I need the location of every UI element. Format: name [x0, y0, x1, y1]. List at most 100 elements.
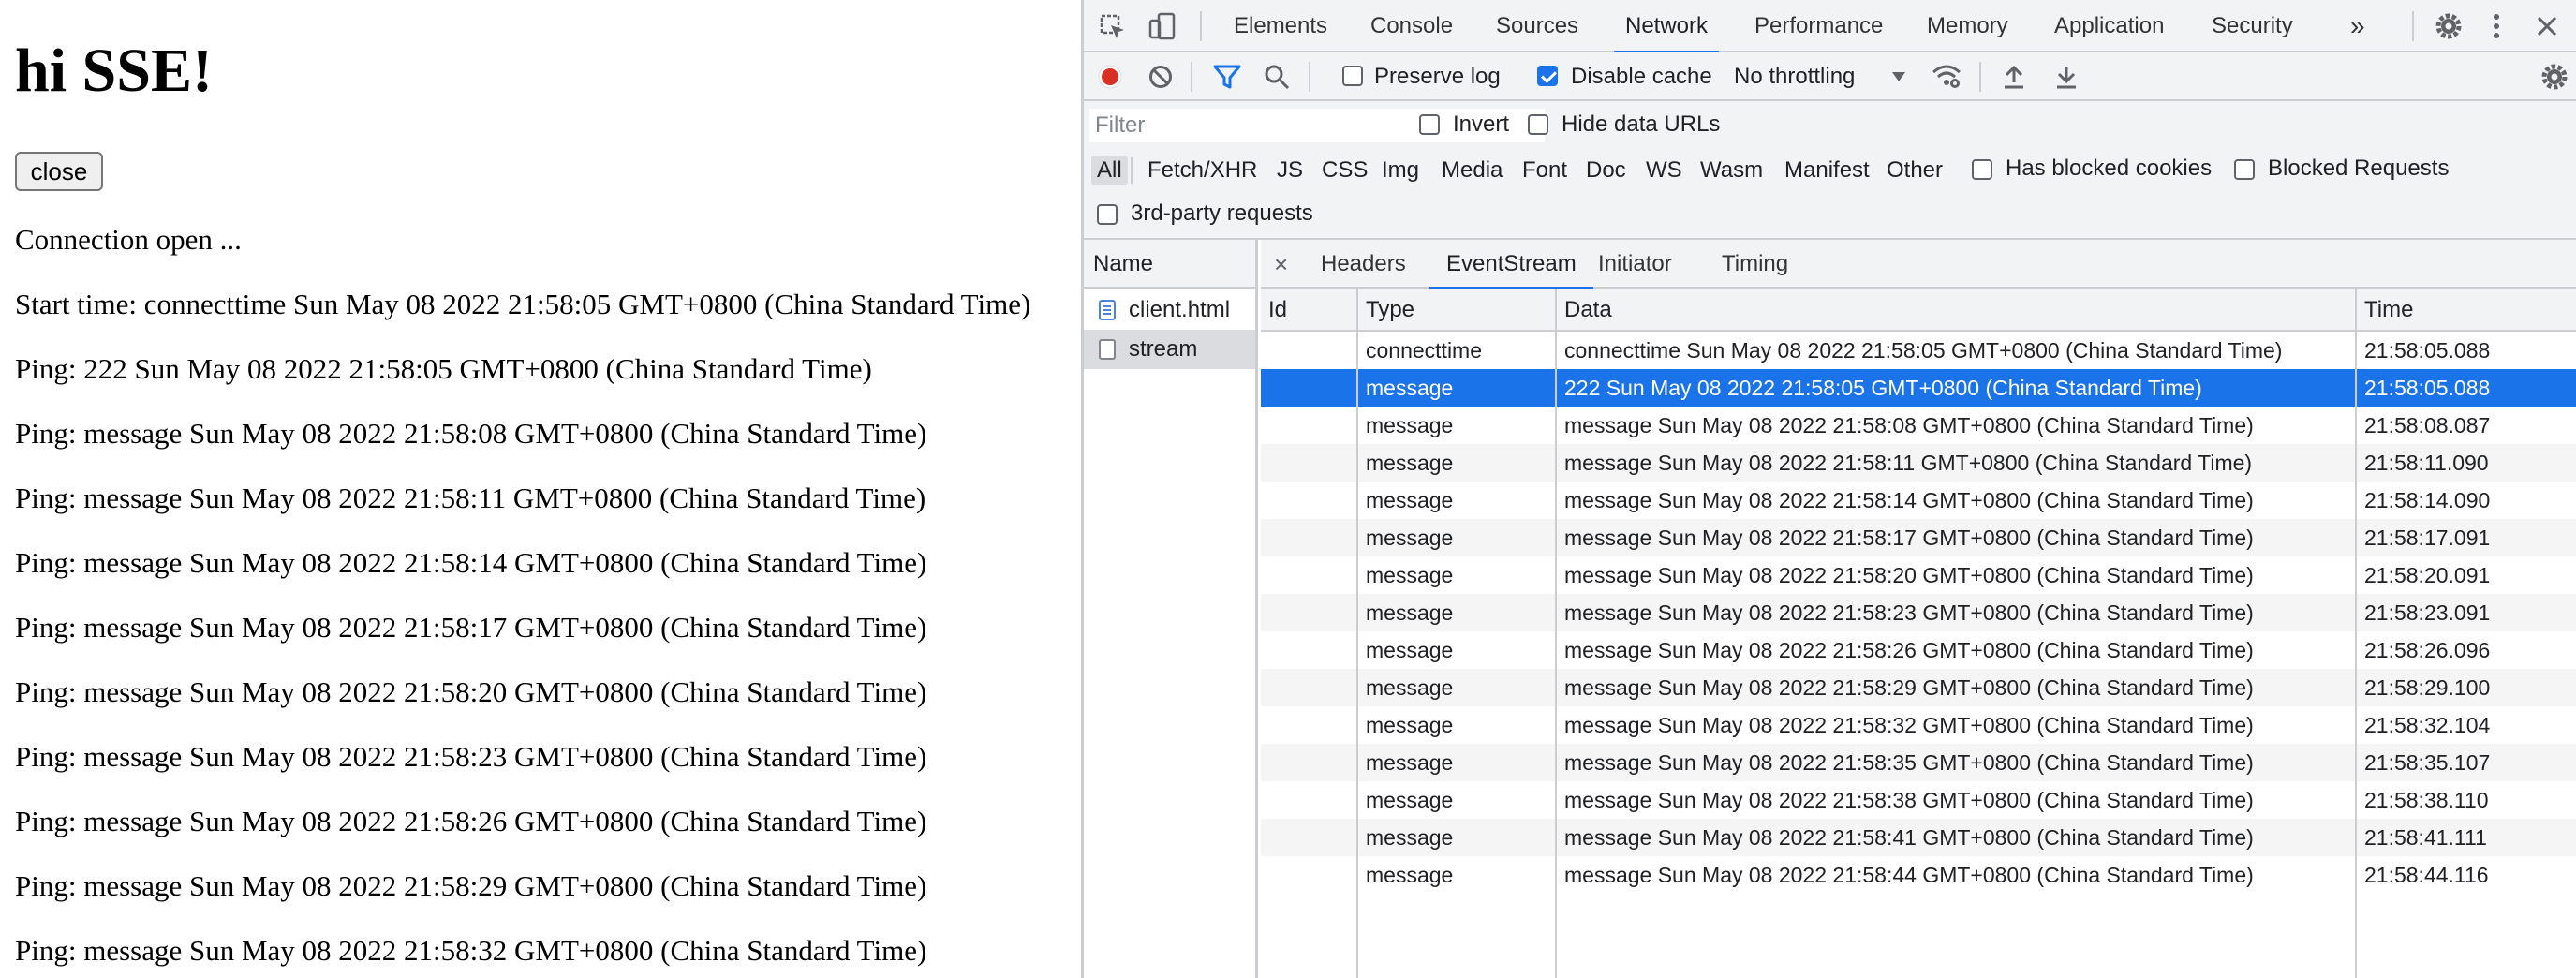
toolbar-separator — [1191, 62, 1192, 92]
disable-cache-checkbox[interactable] — [1537, 66, 1558, 86]
column-divider[interactable] — [1356, 289, 1358, 978]
table-row[interactable]: connecttime connecttime Sun May 08 2022 … — [1261, 332, 2576, 369]
type-filter-font[interactable]: Font — [1522, 156, 1567, 185]
ping-line: Ping: message Sun May 08 2022 21:58:08 G… — [15, 417, 927, 450]
network-conditions-icon[interactable] — [1931, 62, 1962, 90]
ping-line: Ping: message Sun May 08 2022 21:58:11 G… — [15, 482, 926, 514]
throttling-select[interactable]: No throttling — [1734, 64, 1855, 90]
inspect-element-icon[interactable] — [1099, 13, 1127, 41]
type-filter-js[interactable]: JS — [1277, 156, 1303, 185]
more-options-icon[interactable] — [2489, 11, 2504, 41]
close-detail-button[interactable]: × — [1274, 240, 1288, 289]
request-row-client-html[interactable]: client.html — [1084, 290, 1255, 330]
table-row[interactable]: message message Sun May 08 2022 21:58:38… — [1261, 781, 2576, 819]
toolbar-separator — [2412, 11, 2414, 41]
request-row-stream[interactable]: stream — [1084, 330, 1255, 369]
table-row[interactable]: message 222 Sun May 08 2022 21:58:05 GMT… — [1261, 369, 2576, 407]
search-icon[interactable] — [1264, 64, 1290, 90]
table-row[interactable]: message message Sun May 08 2022 21:58:41… — [1261, 819, 2576, 856]
web-page: hi SSE! close Connection open ... Start … — [0, 0, 1081, 978]
network-settings-gear-icon[interactable] — [2539, 62, 2569, 92]
third-party-requests-checkbox[interactable] — [1097, 204, 1118, 225]
hide-data-urls-checkbox[interactable] — [1528, 114, 1548, 135]
type-filter-media[interactable]: Media — [1442, 156, 1503, 185]
ping-line: Ping: 222 Sun May 08 2022 21:58:05 GMT+0… — [15, 352, 872, 385]
tab-timing[interactable]: Timing — [1722, 240, 1788, 289]
more-tabs-button[interactable]: » — [2350, 0, 2365, 52]
ping-line: Ping: message Sun May 08 2022 21:58:29 G… — [15, 869, 927, 902]
clear-icon[interactable] — [1147, 64, 1174, 90]
event-data: message Sun May 08 2022 21:58:44 GMT+080… — [1564, 863, 2254, 887]
filter-icon[interactable] — [1213, 64, 1241, 90]
table-row[interactable]: message message Sun May 08 2022 21:58:29… — [1261, 669, 2576, 706]
tab-console[interactable]: Console — [1370, 0, 1453, 52]
event-data: message Sun May 08 2022 21:58:26 GMT+080… — [1564, 638, 2254, 662]
column-header-data[interactable]: Data — [1557, 289, 2357, 332]
type-filter-img[interactable]: Img — [1382, 156, 1419, 185]
table-row[interactable]: message message Sun May 08 2022 21:58:26… — [1261, 631, 2576, 669]
tab-headers[interactable]: Headers — [1321, 240, 1406, 289]
table-row[interactable]: message message Sun May 08 2022 21:58:32… — [1261, 706, 2576, 744]
column-header-time[interactable]: Time — [2357, 289, 2576, 332]
table-row[interactable]: message message Sun May 08 2022 21:58:17… — [1261, 519, 2576, 556]
event-data: message Sun May 08 2022 21:58:29 GMT+080… — [1564, 675, 2254, 700]
import-har-icon[interactable] — [2002, 64, 2026, 90]
tab-initiator[interactable]: Initiator — [1598, 240, 1672, 289]
type-filter-all[interactable]: All — [1091, 156, 1128, 185]
table-row[interactable]: message message Sun May 08 2022 21:58:14… — [1261, 482, 2576, 519]
table-row[interactable]: message message Sun May 08 2022 21:58:35… — [1261, 744, 2576, 781]
record-icon[interactable] — [1097, 64, 1123, 90]
blocked-requests-checkbox[interactable] — [2234, 159, 2255, 180]
type-filter-css[interactable]: CSS — [1322, 156, 1368, 185]
table-row[interactable]: message message Sun May 08 2022 21:58:11… — [1261, 444, 2576, 482]
invert-checkbox[interactable] — [1419, 114, 1440, 135]
tab-network[interactable]: Network — [1613, 0, 1720, 54]
event-type: message — [1366, 863, 1454, 887]
tab-memory[interactable]: Memory — [1927, 0, 2008, 52]
event-type: message — [1366, 526, 1454, 550]
event-type: message — [1366, 600, 1454, 625]
close-button[interactable]: close — [15, 152, 103, 191]
column-divider[interactable] — [2355, 289, 2357, 978]
table-row[interactable]: message message Sun May 08 2022 21:58:08… — [1261, 407, 2576, 444]
tab-security[interactable]: Security — [2212, 0, 2293, 52]
tab-performance[interactable]: Performance — [1754, 0, 1883, 52]
type-filter-other[interactable]: Other — [1887, 156, 1943, 185]
type-filter-doc[interactable]: Doc — [1586, 156, 1626, 185]
event-time: 21:58:38.110 — [2364, 788, 2489, 812]
export-har-icon[interactable] — [2054, 64, 2079, 90]
event-time: 21:58:44.116 — [2364, 863, 2489, 887]
third-party-requests-label: 3rd-party requests — [1131, 200, 1313, 226]
type-filter-fetch-xhr[interactable]: Fetch/XHR — [1147, 156, 1257, 185]
settings-gear-icon[interactable] — [2434, 11, 2464, 41]
has-blocked-cookies-label: Has blocked cookies — [2006, 156, 2213, 181]
has-blocked-cookies-checkbox[interactable] — [1972, 159, 1992, 180]
close-devtools-icon[interactable] — [2532, 11, 2562, 41]
type-filter-ws[interactable]: WS — [1646, 156, 1682, 185]
device-toolbar-icon[interactable] — [1147, 11, 1177, 41]
chevron-down-icon[interactable] — [1891, 71, 1906, 82]
preserve-log-checkbox[interactable] — [1342, 66, 1363, 86]
document-icon — [1099, 300, 1116, 320]
name-column-header[interactable]: Name — [1084, 240, 1255, 289]
type-filter-manifest[interactable]: Manifest — [1784, 156, 1870, 185]
column-divider[interactable] — [1555, 289, 1557, 978]
page-heading: hi SSE! — [15, 37, 213, 105]
event-data: message Sun May 08 2022 21:58:17 GMT+080… — [1564, 526, 2254, 550]
tab-application[interactable]: Application — [2054, 0, 2164, 52]
table-row[interactable]: message message Sun May 08 2022 21:58:23… — [1261, 594, 2576, 631]
toolbar-separator — [1200, 11, 1202, 41]
tab-eventstream[interactable]: EventStream — [1429, 240, 1593, 290]
type-filter-wasm[interactable]: Wasm — [1700, 156, 1763, 185]
name-header-label: Name — [1093, 251, 1154, 276]
table-row[interactable]: message message Sun May 08 2022 21:58:20… — [1261, 556, 2576, 594]
event-time: 21:58:14.090 — [2364, 488, 2491, 512]
ping-line: Ping: message Sun May 08 2022 21:58:23 G… — [15, 740, 927, 773]
event-data: connecttime Sun May 08 2022 21:58:05 GMT… — [1564, 338, 2283, 363]
column-header-type[interactable]: Type — [1358, 289, 1557, 332]
tab-elements[interactable]: Elements — [1234, 0, 1327, 52]
table-row[interactable]: message message Sun May 08 2022 21:58:44… — [1261, 856, 2576, 894]
tab-sources[interactable]: Sources — [1496, 0, 1578, 52]
event-type: message — [1366, 451, 1454, 475]
column-header-id[interactable]: Id — [1261, 289, 1358, 332]
